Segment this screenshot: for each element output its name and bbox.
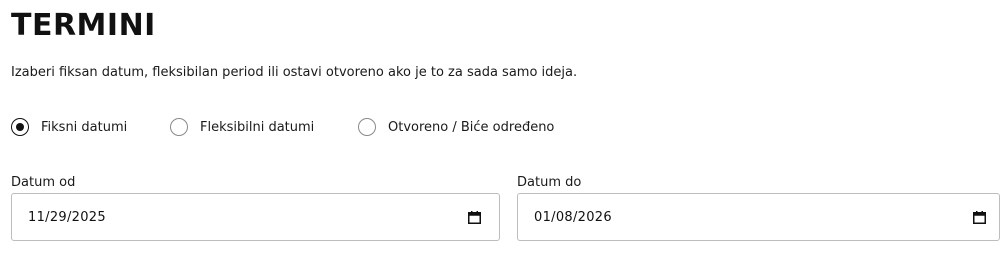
radio-label: Fleksibilni datumi — [200, 119, 315, 135]
radio-fixed-dates[interactable]: Fiksni datumi — [11, 115, 127, 139]
calendar-icon[interactable] — [973, 211, 986, 224]
radio-label: Otvoreno / Biće određeno — [388, 119, 555, 135]
radio-flexible-dates[interactable]: Fleksibilni datumi — [170, 115, 314, 139]
date-to-field: Datum do 01/08/2026 — [517, 174, 1000, 241]
date-from-value[interactable]: 11/29/2025 — [28, 210, 106, 225]
radio-open-tbd[interactable]: Otvoreno / Biće određeno — [358, 115, 554, 139]
radio-button-checked[interactable] — [11, 118, 29, 136]
date-to-value[interactable]: 01/08/2026 — [534, 210, 612, 225]
section-description: Izaberi fiksan datum, fleksibilan period… — [11, 65, 578, 80]
date-from-field: Datum od 11/29/2025 — [11, 174, 500, 241]
radio-button[interactable] — [170, 118, 188, 136]
radio-label: Fiksni datumi — [41, 119, 128, 135]
section-title: TERMINI — [11, 8, 156, 43]
radio-button[interactable] — [358, 118, 376, 136]
date-from-label: Datum od — [11, 175, 76, 190]
date-from-input[interactable]: 11/29/2025 — [11, 193, 500, 241]
date-to-input[interactable]: 01/08/2026 — [517, 193, 1000, 241]
calendar-icon[interactable] — [468, 211, 481, 224]
date-to-label: Datum do — [517, 175, 582, 190]
